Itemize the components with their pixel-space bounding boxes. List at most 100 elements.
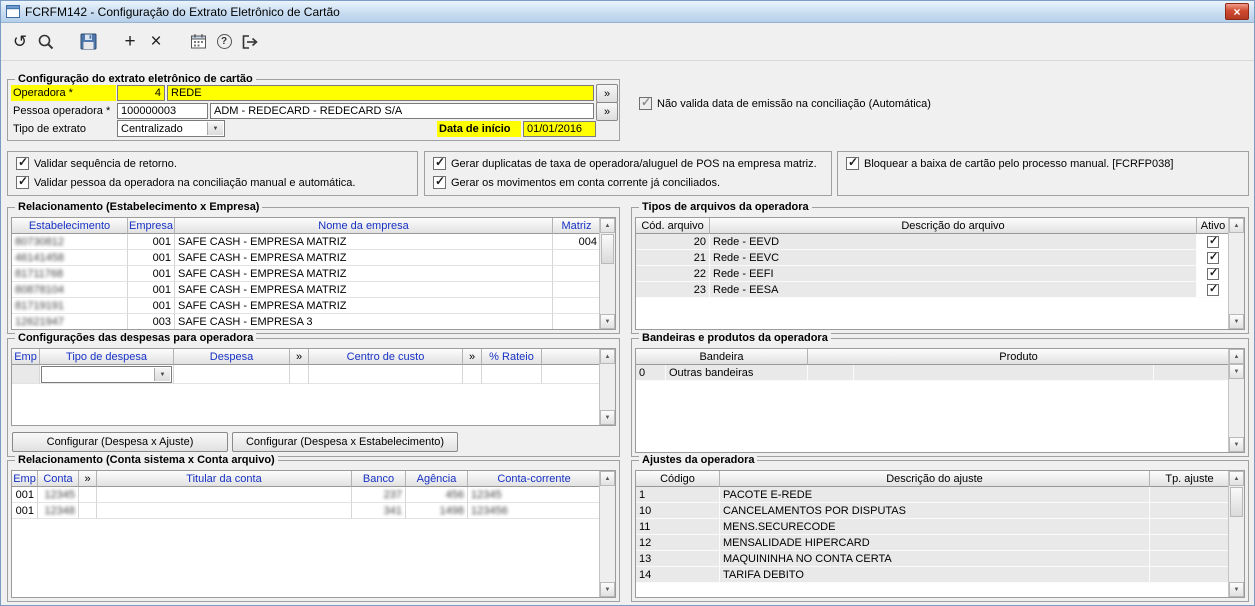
table-row[interactable]: 001 12348 341 1498 123456 <box>12 503 615 519</box>
cell-nome[interactable]: SAFE CASH - EMPRESA MATRIZ <box>175 234 553 250</box>
chevron-down-icon[interactable]: ▼ <box>207 122 223 135</box>
operadora-code-input[interactable]: 4 <box>117 85 165 101</box>
table-row[interactable]: ▼ <box>12 365 615 384</box>
cell-tp-ajuste[interactable] <box>1150 503 1230 519</box>
cell-ativo[interactable] <box>1197 282 1230 298</box>
cell-centro-custo[interactable] <box>309 365 463 384</box>
table-row[interactable]: 12 MENSALIDADE HIPERCARD <box>636 535 1244 551</box>
table-row[interactable]: 11 MENS.SECURECODE <box>636 519 1244 535</box>
delete-button[interactable]: × <box>143 29 169 55</box>
cell-codigo[interactable]: 22 <box>636 266 710 282</box>
cell-produto-nome[interactable] <box>854 365 1154 381</box>
cell-titular[interactable] <box>97 487 352 503</box>
col-rateio[interactable]: % Rateio <box>482 349 542 365</box>
flag-nao-valida-data[interactable]: Não valida data de emissão na conciliaçã… <box>639 96 931 110</box>
cell-estabelecimento[interactable]: 12621947 <box>12 314 128 329</box>
cell-emp[interactable]: 001 <box>12 487 38 503</box>
save-button[interactable] <box>75 29 101 55</box>
cell-titular[interactable] <box>97 503 352 519</box>
flag-gerar-movimentos[interactable]: Gerar os movimentos em conta corrente já… <box>433 175 720 189</box>
calendar-button[interactable] <box>185 29 211 55</box>
cell-matriz[interactable] <box>553 298 601 314</box>
col-despesa[interactable]: Despesa <box>174 349 290 365</box>
cell-descricao[interactable]: MENS.SECURECODE <box>720 519 1150 535</box>
scroll-up-icon[interactable]: ▲ <box>600 471 615 486</box>
validar-pessoa-checkbox[interactable] <box>16 175 29 189</box>
search-button[interactable] <box>33 29 59 55</box>
cell-estabelecimento[interactable]: 81719191 <box>12 298 128 314</box>
cell-despesa[interactable] <box>174 365 290 384</box>
cell-descricao[interactable]: Rede - EEFI <box>710 266 1197 282</box>
scroll-down-icon[interactable]: ▼ <box>1229 314 1244 329</box>
col-codigo[interactable]: Código <box>636 471 720 487</box>
cell-emp[interactable] <box>12 365 40 384</box>
table-row[interactable]: 10 CANCELAMENTOS POR DISPUTAS <box>636 503 1244 519</box>
cell-conta[interactable]: 12348 <box>38 503 79 519</box>
pessoa-lookup-button[interactable]: » <box>596 102 618 121</box>
col-conta-corrente[interactable]: Conta-corrente <box>468 471 601 487</box>
add-button[interactable]: + <box>117 29 143 55</box>
ativo-checkbox[interactable] <box>1207 235 1219 248</box>
cell-descricao[interactable]: PACOTE E-REDE <box>720 487 1150 503</box>
data-inicio-input[interactable]: 01/01/2016 <box>523 121 596 137</box>
table-row[interactable]: 20 Rede - EEVD <box>636 234 1244 250</box>
cell-tipo-despesa[interactable]: ▼ <box>40 365 174 384</box>
table-row[interactable]: 23 Rede - EESA <box>636 282 1244 298</box>
cell-centro-lookup[interactable] <box>463 365 482 384</box>
scroll-up-icon[interactable]: ▲ <box>1229 218 1244 233</box>
table-row[interactable]: 14 TARIFA DEBITO <box>636 567 1244 583</box>
cell-descricao[interactable]: MAQUININHA NO CONTA CERTA <box>720 551 1150 567</box>
cell-conta-lookup[interactable] <box>79 487 97 503</box>
undo-button[interactable]: ↺ <box>7 29 33 55</box>
cell-agencia[interactable]: 456 <box>406 487 468 503</box>
cell-nome[interactable]: SAFE CASH - EMPRESA MATRIZ <box>175 266 553 282</box>
col-bandeira[interactable]: Bandeira <box>636 349 808 365</box>
vertical-scrollbar[interactable]: ▲ ▼ ▼ <box>1228 349 1244 452</box>
cell-estabelecimento[interactable]: 80730812 <box>12 234 128 250</box>
cell-rateio[interactable] <box>482 365 542 384</box>
scroll-up-icon[interactable]: ▲ <box>1229 349 1244 364</box>
cell-tp-ajuste[interactable] <box>1150 519 1230 535</box>
table-row[interactable]: 80878104 001 SAFE CASH - EMPRESA MATRIZ <box>12 282 615 298</box>
scroll-up-icon[interactable]: ▲ <box>600 349 615 364</box>
exit-button[interactable] <box>237 29 263 55</box>
cell-produto-codigo[interactable] <box>808 365 854 381</box>
table-row[interactable]: 80730812 001 SAFE CASH - EMPRESA MATRIZ … <box>12 234 615 250</box>
col-produto[interactable]: Produto <box>808 349 1230 365</box>
cell-estabelecimento[interactable]: 80878104 <box>12 282 128 298</box>
cell-empresa[interactable]: 003 <box>128 314 175 329</box>
vertical-scrollbar[interactable]: ▲ ▼ <box>599 471 615 597</box>
cell-conta-corrente[interactable]: 123456 <box>468 503 601 519</box>
cell-matriz[interactable] <box>553 282 601 298</box>
cell-tp-ajuste[interactable] <box>1150 535 1230 551</box>
table-row[interactable]: 21 Rede - EEVC <box>636 250 1244 266</box>
col-descricao-arquivo[interactable]: Descrição do arquivo <box>710 218 1197 234</box>
cell-conta[interactable]: 12345 <box>38 487 79 503</box>
flag-bloquear-baixa[interactable]: Bloquear a baixa de cartão pelo processo… <box>846 156 1173 170</box>
validar-sequencia-checkbox[interactable] <box>16 156 29 170</box>
cell-matriz[interactable]: 004 <box>553 234 601 250</box>
cell-banco[interactable]: 237 <box>352 487 406 503</box>
scroll-up-icon[interactable]: ▲ <box>600 218 615 233</box>
cell-descricao[interactable]: CANCELAMENTOS POR DISPUTAS <box>720 503 1150 519</box>
cell-codigo[interactable]: 12 <box>636 535 720 551</box>
flag-gerar-duplicatas[interactable]: Gerar duplicatas de taxa de operadora/al… <box>433 156 817 170</box>
cell-empresa[interactable]: 001 <box>128 282 175 298</box>
ativo-checkbox[interactable] <box>1207 283 1219 296</box>
col-cod-arquivo[interactable]: Cód. arquivo <box>636 218 710 234</box>
cell-matriz[interactable] <box>553 250 601 266</box>
vertical-scrollbar[interactable]: ▲ ▼ <box>599 218 615 329</box>
table-row[interactable]: 81719191 001 SAFE CASH - EMPRESA MATRIZ <box>12 298 615 314</box>
cell-descricao[interactable]: TARIFA DEBITO <box>720 567 1150 583</box>
conta-lookup-header[interactable]: » <box>79 471 97 487</box>
col-ativo[interactable]: Ativo <box>1197 218 1230 234</box>
scroll-down-icon[interactable]: ▼ <box>1229 364 1244 379</box>
cell-codigo[interactable]: 1 <box>636 487 720 503</box>
cell-codigo[interactable]: 23 <box>636 282 710 298</box>
help-button[interactable]: ? <box>211 29 237 55</box>
cell-tp-ajuste[interactable] <box>1150 551 1230 567</box>
scroll-down-icon[interactable]: ▼ <box>1229 437 1244 452</box>
table-row[interactable]: 001 12345 237 456 12345 <box>12 487 615 503</box>
cell-codigo[interactable]: 21 <box>636 250 710 266</box>
col-matriz[interactable]: Matriz <box>553 218 601 234</box>
